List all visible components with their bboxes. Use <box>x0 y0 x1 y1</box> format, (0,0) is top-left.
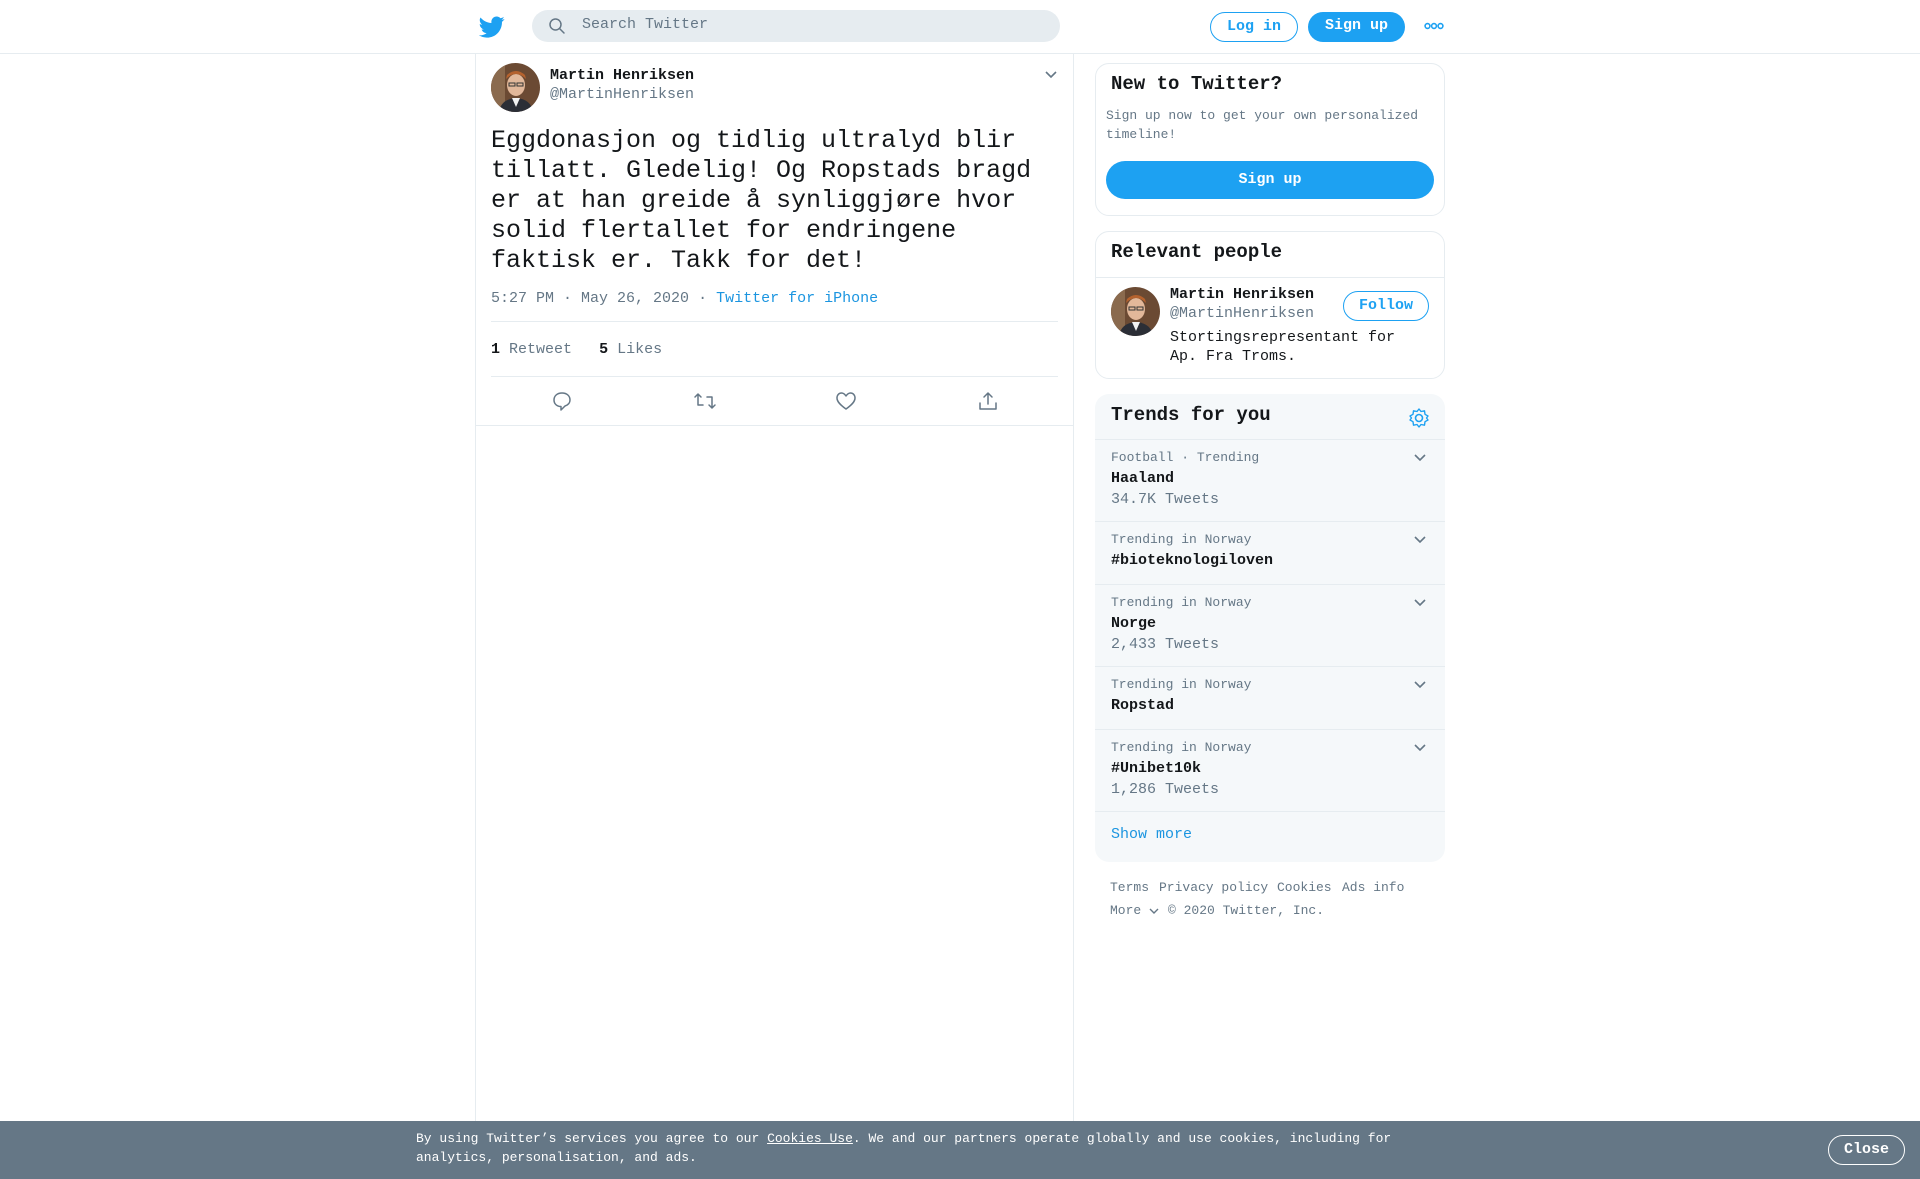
chevron-down-icon[interactable] <box>1413 743 1427 753</box>
show-more-link[interactable]: Show more <box>1111 826 1192 843</box>
person-handle[interactable]: @MartinHenriksen <box>1170 305 1314 322</box>
trend-name: Haaland <box>1111 470 1175 487</box>
author-handle[interactable]: @MartinHenriksen <box>550 86 694 103</box>
like-count: 5 <box>599 341 609 358</box>
chevron-down-icon[interactable] <box>1413 453 1427 463</box>
search-placeholder: Search Twitter <box>582 16 709 33</box>
show-more-row: Show more <box>1095 811 1445 862</box>
like-icon[interactable] <box>835 390 857 412</box>
retweet-icon[interactable] <box>693 390 717 412</box>
sidebar-signup-button[interactable]: Sign up <box>1106 161 1434 199</box>
retweet-stat[interactable]: 1 Retweet <box>491 341 572 358</box>
footer-privacy-link[interactable]: Privacy policy <box>1159 880 1268 895</box>
footer-more-label: More <box>1110 903 1142 918</box>
share-icon[interactable] <box>977 390 999 412</box>
trend-item[interactable]: Trending in Norway #Unibet10k 1,286 Twee… <box>1095 729 1445 811</box>
footer-cookies-link[interactable]: Cookies <box>1277 880 1332 895</box>
meta-separator: · <box>698 290 708 307</box>
footer-more-link[interactable]: More <box>1110 903 1159 918</box>
author-avatar[interactable] <box>491 63 540 112</box>
trend-context: Trending in Norway <box>1111 595 1252 610</box>
more-dots-icon[interactable] <box>1424 19 1444 33</box>
divider <box>491 376 1058 377</box>
person-name[interactable]: Martin Henriksen <box>1170 286 1314 303</box>
cookie-close-button[interactable]: Close <box>1828 1135 1905 1165</box>
settings-gear-icon[interactable] <box>1408 407 1430 429</box>
trend-count: 34.7K Tweets <box>1111 491 1220 508</box>
signup-button[interactable]: Sign up <box>1308 12 1405 42</box>
cookie-banner-text: By using Twitter’s services you agree to… <box>416 1129 1416 1167</box>
divider <box>1096 277 1444 278</box>
new-to-twitter-title: New to Twitter? <box>1111 73 1283 95</box>
trend-count: 2,433 Tweets <box>1111 636 1220 653</box>
chevron-down-icon[interactable] <box>1413 598 1427 608</box>
tweet-stats: 1 Retweet 5 Likes <box>491 341 662 358</box>
tweet-text: Eggdonasjon og tidlig ultralyd blir till… <box>491 126 1032 275</box>
trend-context: Trending in Norway <box>1111 532 1252 547</box>
cookie-banner: By using Twitter’s services you agree to… <box>0 1121 1920 1179</box>
trend-context: Trending in Norway <box>1111 740 1252 755</box>
search-icon <box>548 17 566 35</box>
chevron-down-icon <box>1149 907 1159 915</box>
login-button[interactable]: Log in <box>1210 12 1298 42</box>
person-avatar[interactable] <box>1111 287 1160 336</box>
trend-item[interactable]: Trending in Norway Ropstad <box>1095 666 1445 729</box>
footer-ads-info-link[interactable]: Ads info <box>1342 880 1404 895</box>
retweet-count: 1 <box>491 341 501 358</box>
tweet-meta: 5:27 PM · May 26, 2020 · Twitter for iPh… <box>491 290 878 307</box>
trend-name: Norge <box>1111 615 1157 632</box>
trend-name: #Unibet10k <box>1111 760 1202 777</box>
trend-item[interactable]: Football · Trending Haaland 34.7K Tweets <box>1095 439 1445 521</box>
footer-terms-link[interactable]: Terms <box>1110 880 1149 895</box>
tweet-source-link[interactable]: Twitter for iPhone <box>716 290 878 307</box>
like-label: Likes <box>617 341 663 358</box>
cookie-text-before: By using Twitter’s services you agree to… <box>416 1131 768 1146</box>
chevron-down-icon[interactable] <box>1413 535 1427 545</box>
trend-name: #bioteknologiloven <box>1111 552 1274 569</box>
trends-card: Trends for you Football · Trending Haala… <box>1095 394 1445 862</box>
follow-button[interactable]: Follow <box>1343 291 1429 321</box>
trend-name: Ropstad <box>1111 697 1175 714</box>
trend-context: Football · Trending <box>1111 450 1260 465</box>
retweet-label: Retweet <box>509 341 573 358</box>
reply-icon[interactable] <box>551 390 573 412</box>
new-to-twitter-subtitle: Sign up now to get your own personalized… <box>1106 108 1419 142</box>
top-header: Search Twitter Log in Sign up <box>0 0 1920 54</box>
trends-title: Trends for you <box>1111 404 1271 426</box>
relevant-people-title: Relevant people <box>1111 241 1283 263</box>
divider <box>475 425 1074 426</box>
trend-item[interactable]: Trending in Norway #bioteknologiloven <box>1095 521 1445 584</box>
chevron-down-icon[interactable] <box>1413 680 1427 690</box>
trend-item[interactable]: Trending in Norway Norge 2,433 Tweets <box>1095 584 1445 666</box>
cookies-use-link[interactable]: Cookies Use <box>767 1131 853 1146</box>
tweet-timestamp[interactable]: 5:27 PM · May 26, 2020 <box>491 290 689 307</box>
trend-context: Trending in Norway <box>1111 677 1252 692</box>
twitter-bird-icon[interactable] <box>479 14 505 40</box>
chevron-down-icon[interactable] <box>1044 70 1058 80</box>
trend-count: 1,286 Tweets <box>1111 781 1220 798</box>
person-bio: Stortingsrepresentant for Ap. Fra Troms. <box>1170 329 1396 365</box>
like-stat[interactable]: 5 Likes <box>599 341 662 358</box>
divider <box>491 321 1058 322</box>
footer-copyright: © 2020 Twitter, Inc. <box>1168 903 1325 918</box>
author-name[interactable]: Martin Henriksen <box>550 67 694 84</box>
